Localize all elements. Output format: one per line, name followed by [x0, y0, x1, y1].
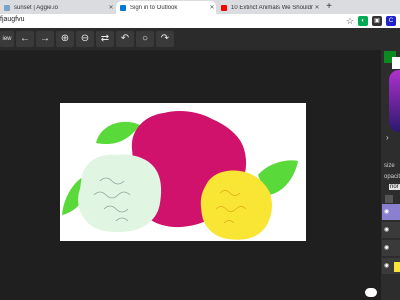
tab-aggie[interactable]: sunset | Aggie.io ✕ [0, 1, 115, 14]
layer-options-icon[interactable] [385, 195, 393, 203]
eye-icon[interactable]: ◉ [384, 208, 389, 215]
ad-icon[interactable]: ▣ [372, 16, 382, 26]
layer-item-2[interactable]: ◉ [382, 222, 400, 238]
eye-icon[interactable]: ◉ [384, 226, 389, 233]
browser-tab-strip: sunset | Aggie.io ✕ Sign in to Outlook ✕… [0, 0, 400, 14]
aggie-favicon-icon [4, 4, 10, 11]
tab-outlook[interactable]: Sign in to Outlook ✕ [116, 1, 216, 14]
eye-icon[interactable]: ◉ [384, 262, 389, 269]
rotate-right-icon[interactable]: ↷ [156, 31, 174, 47]
youtube-favicon-icon [221, 4, 227, 11]
tab-title: 10 Extinct Animals We Shouldn' [231, 4, 313, 11]
chat-bubble-icon[interactable] [365, 288, 377, 297]
new-tab-button[interactable]: + [323, 1, 335, 13]
artwork-svg [62, 111, 298, 240]
view-button[interactable]: iew [0, 31, 14, 47]
microsoft-favicon-icon [120, 4, 126, 11]
close-icon[interactable]: ✕ [208, 4, 216, 11]
close-icon[interactable]: ✕ [313, 4, 321, 11]
blend-mode-select[interactable]: nor [389, 184, 400, 190]
tab-title: sunset | Aggie.io [14, 4, 58, 11]
address-bar-row: fjaugfvu ☆ ◐ ▣ C [0, 14, 400, 28]
chevron-right-icon[interactable]: › [386, 133, 389, 142]
eye-icon[interactable]: ◉ [384, 244, 389, 251]
zoom-out-icon[interactable]: ⊖ [76, 31, 94, 47]
app-toolbar: iew ← → ⊕ ⊖ ⇄ ↶ ○ ↷ [0, 28, 400, 50]
star-icon[interactable]: ☆ [345, 16, 355, 26]
back-arrow-icon[interactable]: ← [16, 31, 34, 47]
tab-extinct-animals[interactable]: 10 Extinct Animals We Shouldn' ✕ [217, 1, 321, 14]
tab-title: Sign in to Outlook [130, 4, 178, 11]
url-text[interactable]: fjaugfvu [0, 16, 25, 23]
rotate-left-icon[interactable]: ↶ [116, 31, 134, 47]
layer-thumbnail [394, 262, 400, 272]
opacity-label: opacit [384, 174, 400, 180]
reset-rotation-icon[interactable]: ○ [136, 31, 154, 47]
secondary-color-swatch[interactable] [392, 57, 400, 69]
close-icon[interactable]: ✕ [107, 4, 115, 11]
size-label: size [384, 163, 395, 169]
drawing-canvas[interactable] [60, 103, 306, 241]
flip-horizontal-icon[interactable]: ⇄ [96, 31, 114, 47]
extension-icon[interactable]: ◐ [358, 16, 368, 26]
c-icon[interactable]: C [386, 16, 396, 26]
layer-item-3[interactable]: ◉ [382, 240, 400, 256]
forward-arrow-icon[interactable]: → [36, 31, 54, 47]
color-wheel[interactable] [389, 70, 400, 132]
zoom-in-icon[interactable]: ⊕ [56, 31, 74, 47]
layer-item-1[interactable]: ◉ [382, 204, 400, 220]
